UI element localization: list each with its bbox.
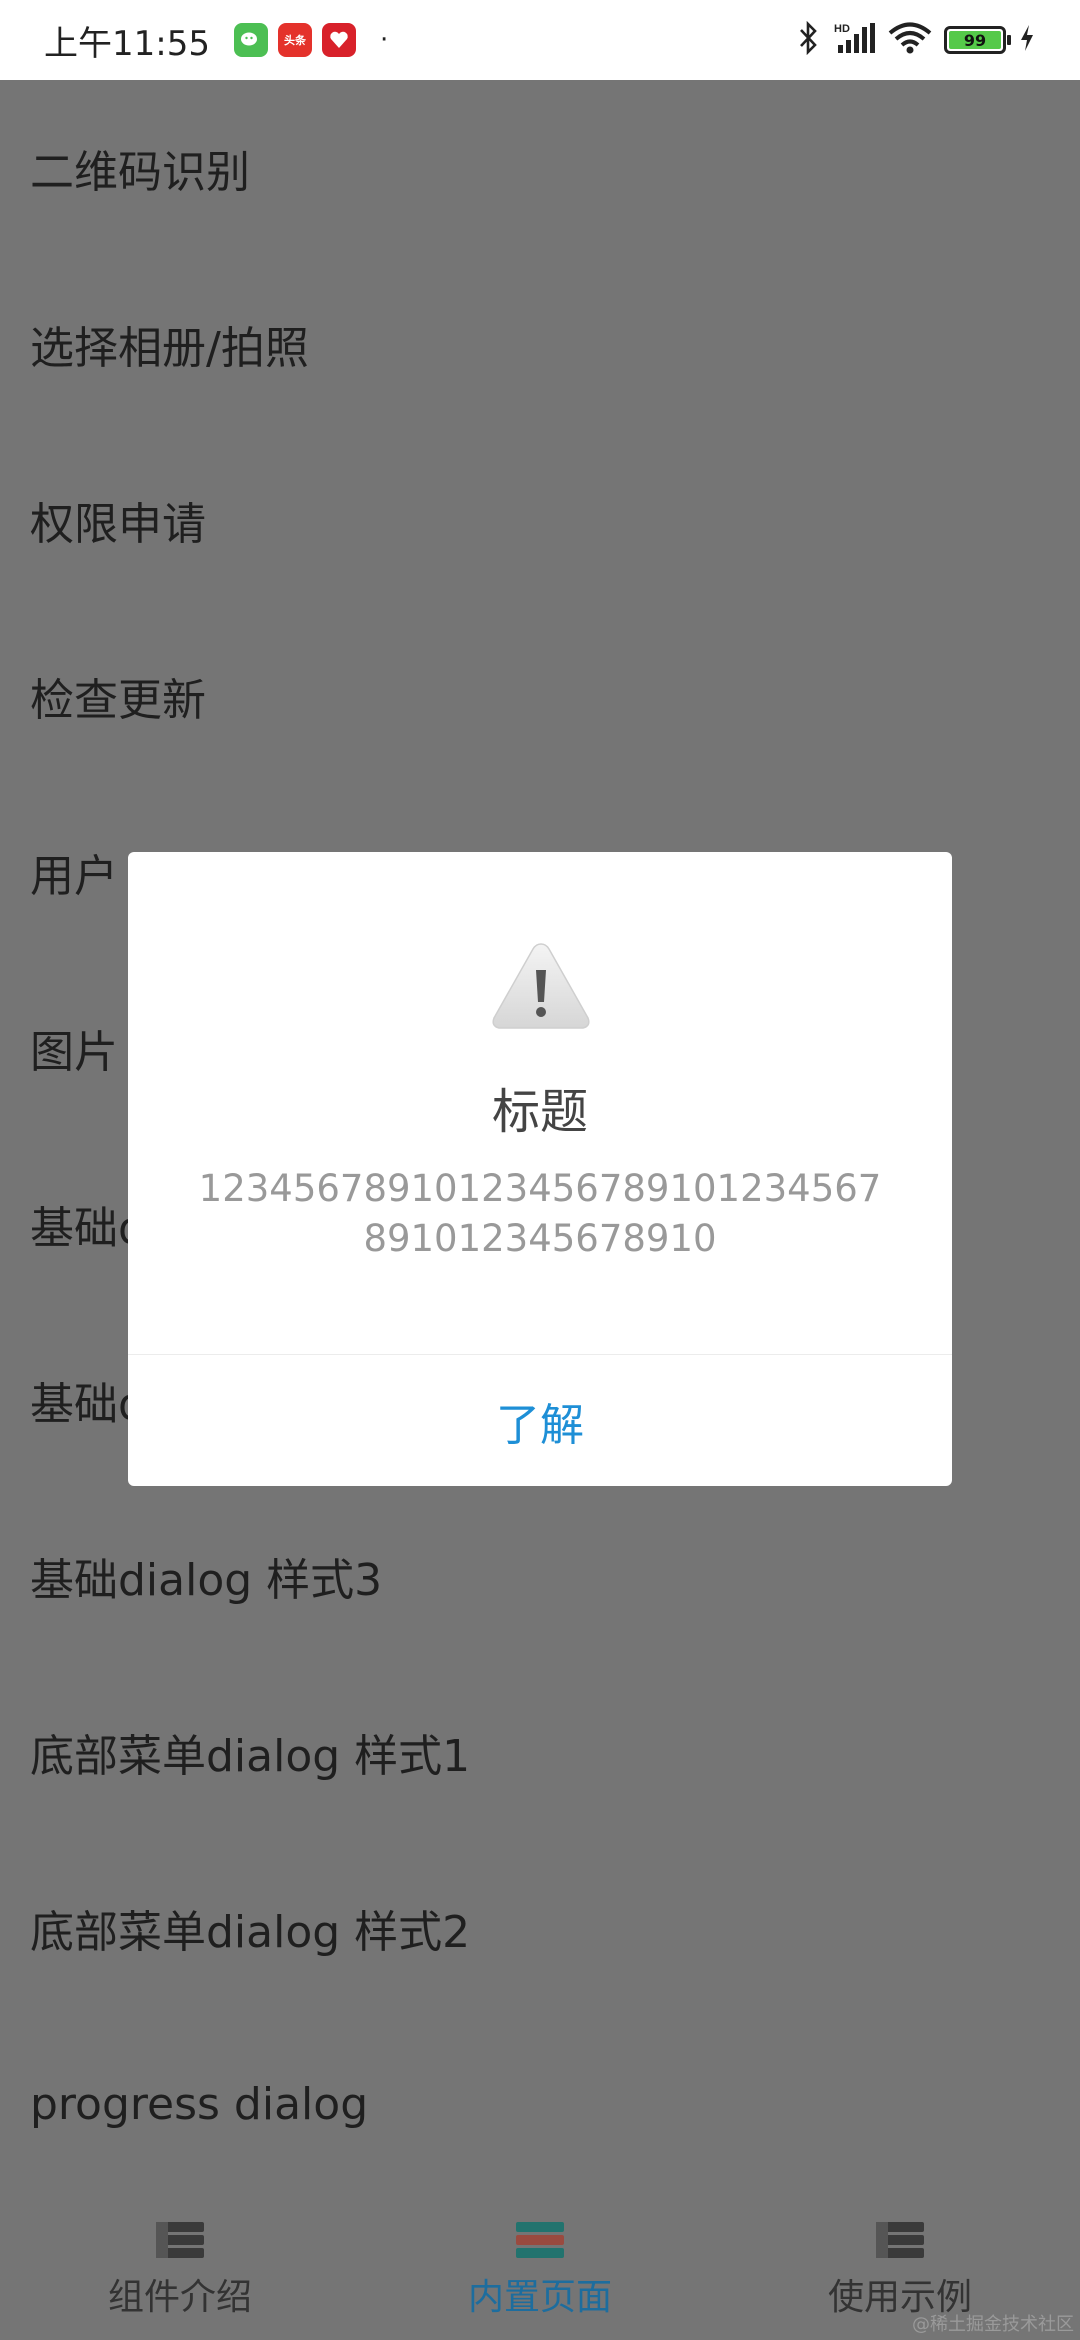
warning-icon [492, 943, 590, 1029]
list-icon [876, 2222, 924, 2258]
list-item[interactable]: progress dialog [0, 2016, 1080, 2192]
list-item[interactable]: 检查更新 [0, 608, 1080, 784]
list-item[interactable]: 底部菜单dialog 样式1 [0, 1664, 1080, 1840]
list-item[interactable]: 底部菜单dialog 样式2 [0, 1840, 1080, 2016]
bluetooth-icon [796, 20, 820, 59]
alert-dialog: 标题 1234567891012345678910123456789101234… [128, 852, 952, 1486]
list-icon [156, 2222, 204, 2258]
list-icon-colored [516, 2222, 564, 2258]
svg-text:HD: HD [834, 23, 850, 35]
tab-label: 组件介绍 [107, 2277, 252, 2318]
tab-label: 内置页面 [467, 2277, 612, 2318]
list-item[interactable]: 权限申请 [0, 432, 1080, 608]
list-item[interactable]: 二维码识别 [0, 80, 1080, 256]
notification-dot: · [379, 25, 389, 55]
confirm-button[interactable]: 了解 [128, 1355, 952, 1486]
tab-builtin-pages[interactable]: 内置页面 [360, 2200, 720, 2340]
tab-components[interactable]: 组件介绍 [0, 2200, 360, 2340]
dialog-message: 1234567891012345678910123456789101234567… [198, 1167, 882, 1260]
dialog-title: 标题 [491, 1084, 588, 1140]
pinduoduo-icon [321, 23, 356, 57]
toutiao-icon: 头条 [277, 23, 312, 57]
list-item[interactable]: 基础dialog 样式3 [0, 1488, 1080, 1664]
list-item[interactable]: 选择相册/拍照 [0, 256, 1080, 432]
signal-icon: HD [832, 21, 876, 59]
status-time: 上午11:55 [44, 23, 210, 64]
wifi-icon [888, 22, 932, 58]
watermark: @稀土掘金技术社区 [912, 2314, 1074, 2335]
status-icons: HD 99 [796, 20, 1036, 59]
wechat-icon [233, 23, 268, 57]
status-bar: 上午11:55 头条 · HD 99 [0, 0, 1080, 80]
charging-icon [1018, 23, 1036, 57]
battery-indicator: 99 [944, 26, 1011, 54]
battery-level: 99 [949, 31, 1001, 50]
